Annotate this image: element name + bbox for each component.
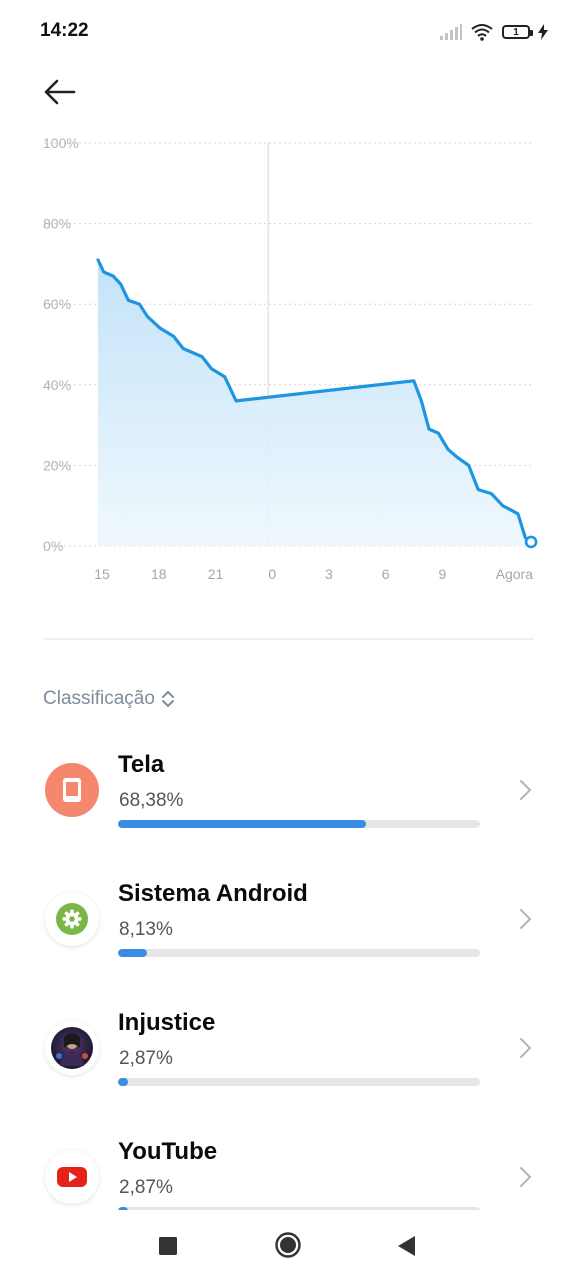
back-button[interactable] (40, 72, 84, 112)
usage-bar-fill (118, 1207, 129, 1210)
y-tick-label: 0% (43, 538, 63, 554)
y-tick-label: 20% (43, 457, 71, 473)
battery-area-fill (98, 259, 532, 546)
x-tick-label: 0 (268, 566, 276, 582)
app-percent: 8,13% (119, 919, 173, 940)
status-bar: 14:22 1 (0, 0, 576, 62)
x-tick-label: 18 (151, 566, 167, 582)
list-item-injustice[interactable]: Injustice 2,87% (0, 988, 576, 1117)
back-nav-button[interactable] (396, 1235, 416, 1257)
app-percent: 2,87% (119, 1048, 173, 1069)
android-system-gear-icon (45, 892, 99, 946)
list-item-tela[interactable]: Tela 68,38% (0, 730, 576, 859)
injustice-app-icon (45, 1021, 99, 1075)
navigation-bar (0, 1212, 576, 1280)
x-tick-label: 9 (439, 566, 447, 582)
current-level-marker (524, 535, 538, 549)
recents-button[interactable] (158, 1236, 178, 1256)
status-time: 14:22 (40, 20, 89, 41)
usage-bar (118, 1078, 480, 1086)
status-icons: 1 (440, 20, 548, 44)
y-tick-label: 100% (43, 135, 79, 151)
battery-usage-chart: 100% 80% 60% 40% 20% 0% 15 18 21 0 3 6 9 Agora (43, 135, 538, 582)
usage-bar (118, 1207, 480, 1210)
chevron-right-icon (520, 1167, 532, 1187)
sort-dropdown[interactable]: Classificação (43, 688, 175, 710)
arrow-left-icon (44, 79, 76, 105)
signal-icon (440, 24, 462, 40)
list-item-youtube[interactable]: YouTube 2,87% (0, 1117, 576, 1210)
wifi-icon (471, 24, 493, 41)
chevron-right-icon (520, 909, 532, 929)
divider (44, 638, 534, 640)
sort-label: Classificação (43, 688, 155, 709)
app-usage-list: Tela 68,38% Sistema Android 8,13% Injust… (0, 730, 576, 1210)
screen-icon (45, 763, 99, 817)
usage-bar-fill (118, 1078, 129, 1086)
battery-level: 1 (513, 26, 519, 38)
home-button[interactable] (274, 1231, 302, 1259)
battery-icon: 1 (502, 25, 533, 39)
y-tick-label: 60% (43, 296, 71, 312)
chevron-right-icon (520, 1038, 532, 1058)
sort-chevrons-icon (161, 691, 174, 707)
app-name: YouTube (118, 1138, 218, 1165)
youtube-icon (45, 1150, 99, 1204)
app-percent: 68,38% (119, 790, 184, 811)
x-tick-label: 21 (208, 566, 224, 582)
usage-bar (118, 949, 480, 957)
charging-icon (538, 24, 548, 40)
app-percent: 2,87% (119, 1177, 173, 1198)
x-tick-label: 15 (94, 566, 110, 582)
app-name: Tela (118, 751, 165, 778)
app-name: Sistema Android (118, 880, 308, 907)
y-tick-label: 80% (43, 216, 71, 232)
x-tick-label: Agora (496, 566, 534, 582)
y-tick-label: 40% (43, 377, 71, 393)
x-tick-label: 6 (382, 566, 390, 582)
usage-bar-fill (118, 949, 148, 957)
list-item-sistema-android[interactable]: Sistema Android 8,13% (0, 859, 576, 988)
chevron-right-icon (520, 780, 532, 800)
usage-bar (118, 820, 480, 828)
usage-bar-fill (118, 820, 366, 828)
x-tick-label: 3 (325, 566, 333, 582)
app-name: Injustice (118, 1009, 216, 1036)
